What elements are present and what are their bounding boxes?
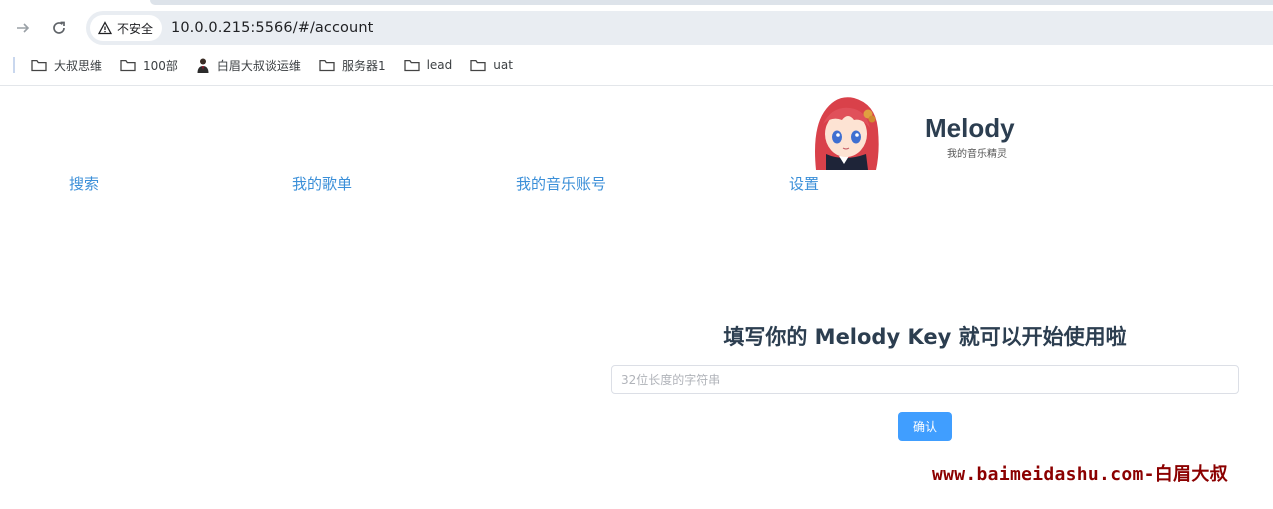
- nav-my-music-account[interactable]: 我的音乐账号: [516, 173, 606, 194]
- arrow-right-icon: [17, 23, 30, 33]
- forward-button[interactable]: [9, 14, 37, 42]
- warning-triangle-icon: [98, 21, 112, 35]
- browser-toolbar: 不安全 10.0.0.215:5566/#/account 大叔思维 100部 …: [0, 0, 1273, 86]
- folder-icon: [319, 59, 335, 71]
- bookmark-item[interactable]: 白眉大叔谈运维: [196, 53, 301, 77]
- reload-button[interactable]: [45, 14, 73, 42]
- bookmark-item[interactable]: uat: [470, 53, 513, 77]
- address-bar[interactable]: 不安全 10.0.0.215:5566/#/account: [86, 11, 1273, 45]
- url-text[interactable]: 10.0.0.215:5566/#/account: [171, 20, 373, 36]
- nav-my-playlists[interactable]: 我的歌单: [292, 173, 352, 194]
- bookmarks-bar: 大叔思维 100部 白眉大叔谈运维 服务器1 lead uat: [0, 53, 531, 77]
- app-subtitle: 我的音乐精灵: [947, 149, 1007, 160]
- person-favicon-icon: [197, 58, 209, 73]
- confirm-button[interactable]: 确认: [898, 412, 952, 441]
- security-label: 不安全: [117, 21, 154, 36]
- anime-girl-avatar: [815, 97, 879, 170]
- folder-icon: [403, 59, 420, 71]
- bookmark-label: 服务器1: [341, 58, 386, 73]
- page-title: 填写你的 Melody Key 就可以开始使用啦: [723, 325, 1127, 349]
- folder-icon: [120, 59, 136, 71]
- security-indicator[interactable]: 不安全: [90, 15, 163, 41]
- melody-key-input[interactable]: [611, 365, 1239, 394]
- bookmark-label: 100部: [143, 58, 178, 73]
- tab-strip-edge: [150, 0, 1273, 5]
- app-title: Melody: [925, 113, 1015, 143]
- bookmark-item[interactable]: 大叔思维: [31, 53, 102, 77]
- folder-icon: [470, 59, 486, 71]
- bookmark-item[interactable]: 100部: [120, 53, 178, 77]
- folder-icon: [31, 59, 47, 71]
- bookmarks-divider: [13, 57, 15, 73]
- reload-icon: [53, 21, 65, 34]
- page-content: Melody 我的音乐精灵 搜索 我的歌单 我的音乐账号 设置 填写你的 Mel…: [0, 86, 1273, 509]
- bookmark-label: 大叔思维: [54, 58, 103, 73]
- bookmark-item[interactable]: 服务器1: [319, 53, 386, 77]
- bookmark-label: 白眉大叔谈运维: [216, 58, 301, 73]
- bookmark-label: lead: [426, 58, 453, 72]
- nav-search[interactable]: 搜索: [69, 173, 99, 194]
- bookmark-label: uat: [493, 58, 513, 72]
- bookmark-item[interactable]: lead: [403, 53, 453, 77]
- watermark-text: www.baimeidashu.com-白眉大叔: [932, 464, 1228, 485]
- nav-settings[interactable]: 设置: [789, 173, 819, 194]
